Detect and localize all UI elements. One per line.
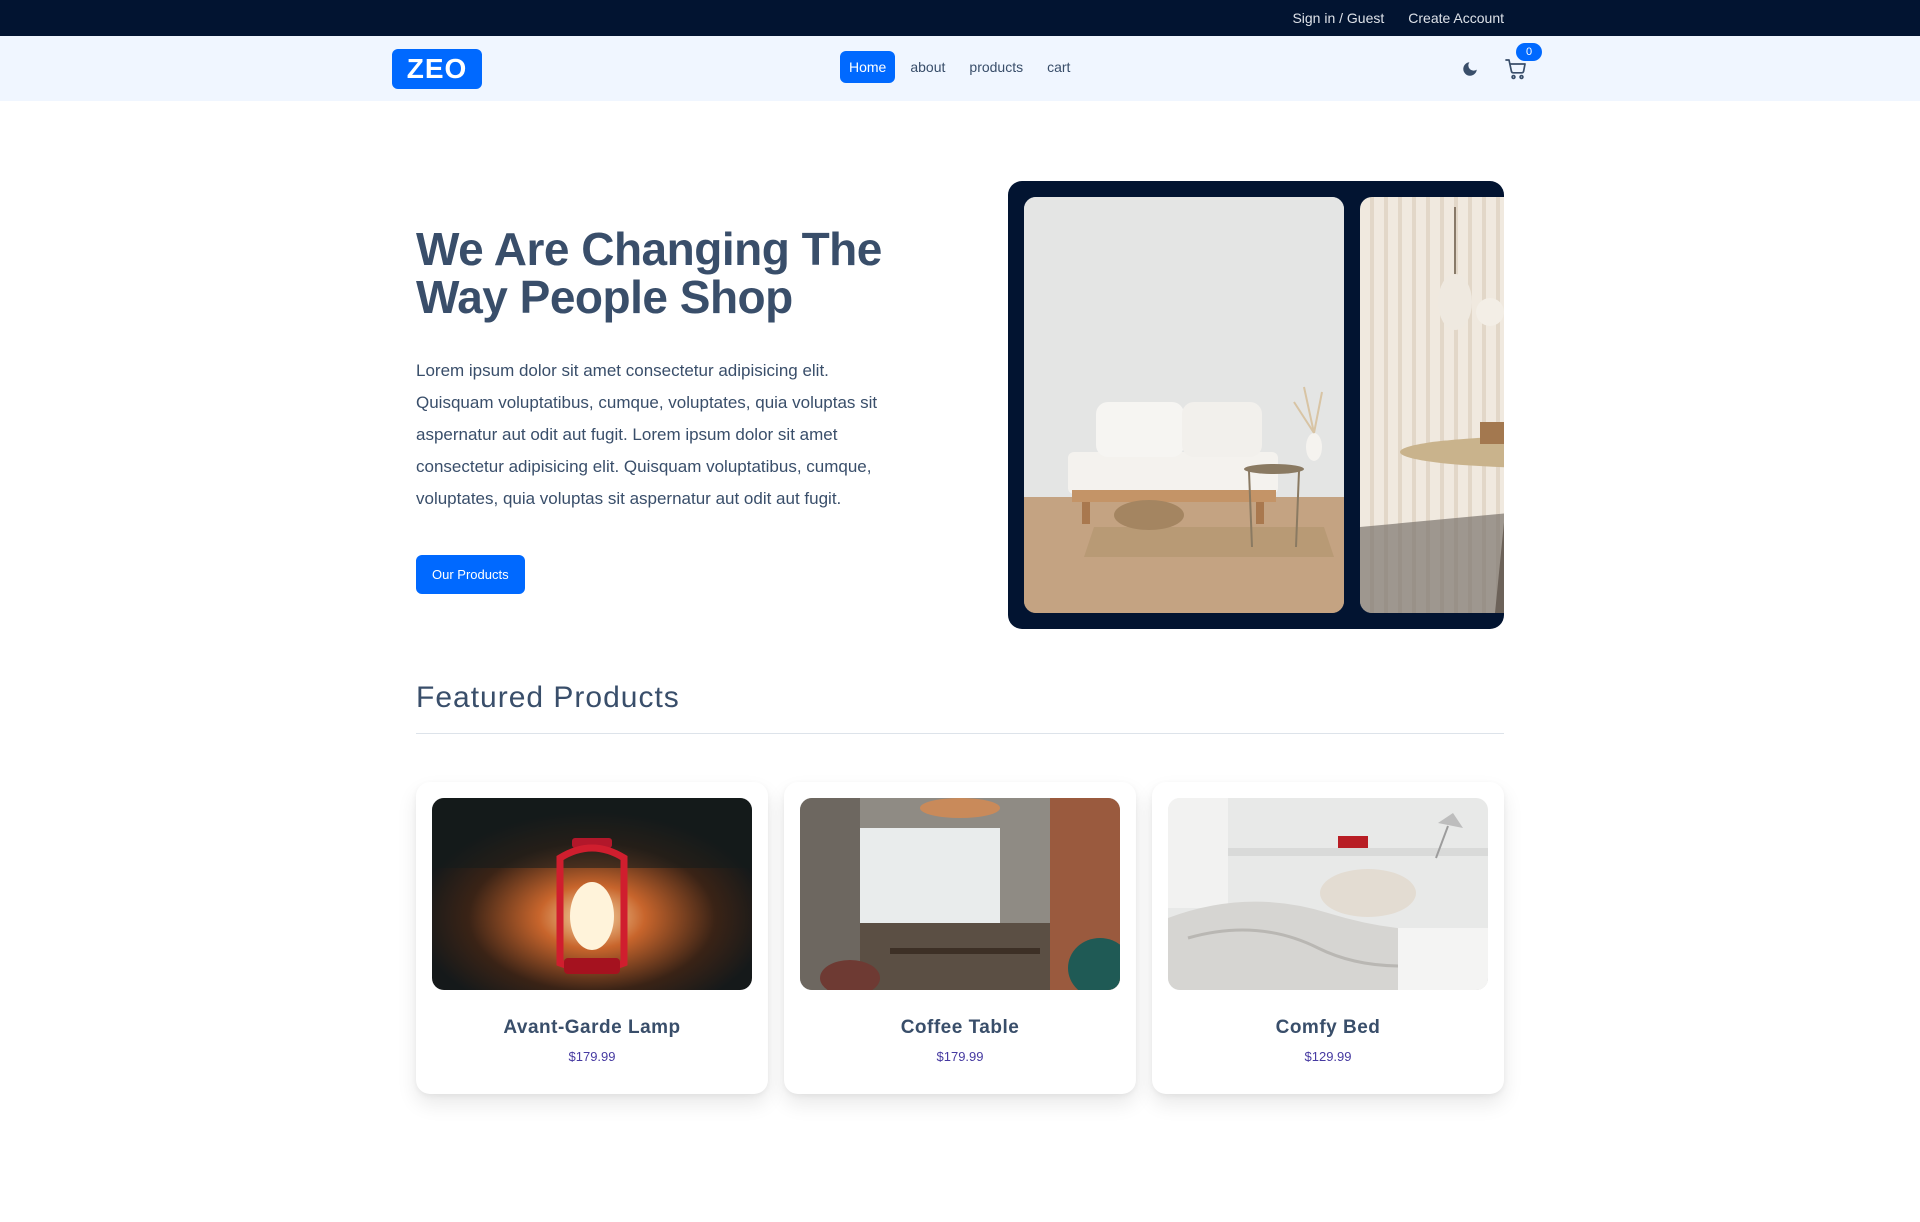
hero-carousel[interactable]: [1008, 181, 1504, 629]
featured-section: Featured Products Avant-Garde Lamp $179.…: [416, 681, 1504, 1094]
products-grid: Avant-Garde Lamp $179.99 Coffee Table $1: [416, 782, 1504, 1094]
cart-icon[interactable]: 0: [1504, 42, 1542, 81]
product-image-bed: [1168, 798, 1488, 990]
product-card[interactable]: Coffee Table $179.99: [784, 782, 1136, 1094]
product-title: Coffee Table: [900, 1017, 1020, 1038]
our-products-button[interactable]: Our Products: [416, 555, 525, 594]
nav-links: Home about products cart: [840, 51, 1079, 83]
logo[interactable]: ZEO: [392, 48, 482, 89]
top-bar: Sign in / Guest Create Account: [0, 0, 1920, 36]
product-price: $179.99: [568, 1049, 616, 1064]
product-image-lamp: [432, 798, 752, 990]
nav-home-link[interactable]: Home: [840, 51, 896, 83]
carousel-image-dining: [1360, 197, 1504, 613]
product-card[interactable]: Avant-Garde Lamp $179.99: [416, 782, 768, 1094]
product-price: $129.99: [1304, 1049, 1352, 1064]
product-image-coffee-table: [800, 798, 1120, 990]
featured-title: Featured Products: [416, 681, 1504, 734]
create-account-link[interactable]: Create Account: [1408, 10, 1504, 26]
nav-cart-link[interactable]: cart: [1038, 51, 1079, 83]
hero-description: Lorem ipsum dolor sit amet consectetur a…: [416, 361, 878, 508]
moon-icon[interactable]: [1458, 57, 1482, 81]
nav-products-link[interactable]: products: [960, 51, 1032, 83]
product-card[interactable]: Comfy Bed $129.99: [1152, 782, 1504, 1094]
cart-count-badge: 0: [1516, 42, 1542, 61]
product-price: $179.99: [936, 1049, 984, 1064]
navbar: ZEO Home about products cart 0: [0, 36, 1920, 101]
hero-title: We Are Changing The Way People Shop: [416, 223, 882, 323]
nav-about-link[interactable]: about: [901, 51, 954, 83]
carousel-image-living-room: [1024, 197, 1344, 613]
product-title: Avant-Garde Lamp: [503, 1017, 681, 1038]
hero-section: We Are Changing The Way People Shop Lore…: [416, 101, 1504, 681]
product-title: Comfy Bed: [1275, 1017, 1381, 1038]
sign-in-link[interactable]: Sign in / Guest: [1292, 10, 1384, 26]
